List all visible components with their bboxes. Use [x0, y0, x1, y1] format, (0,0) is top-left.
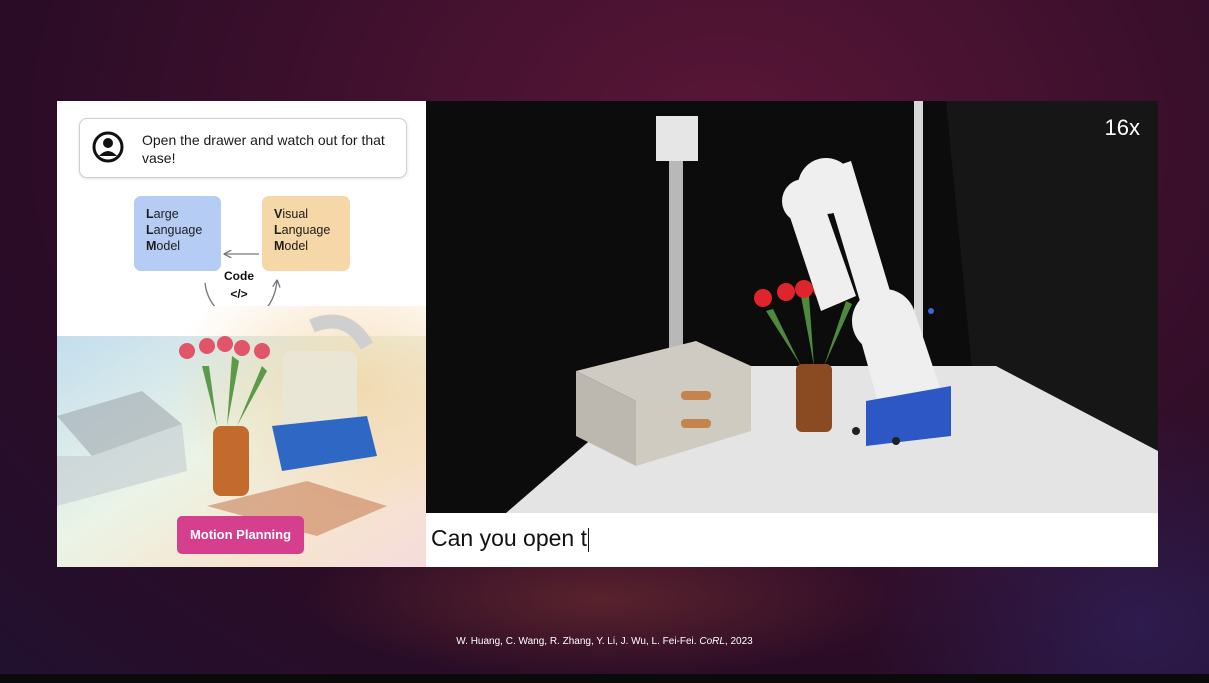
instruction-bubble: Open the drawer and watch out for that v…	[79, 118, 407, 178]
motion-planning-label: Motion Planning	[177, 516, 304, 554]
code-label: Code </>	[224, 269, 254, 301]
speed-label: 16x	[1104, 115, 1140, 140]
caption-bar: Can you open t	[426, 513, 1158, 567]
robot-video-frame: 16x	[426, 101, 1158, 513]
user-icon	[92, 131, 124, 163]
method-diagram-panel: Open the drawer and watch out for that v…	[57, 101, 426, 567]
instruction-text: Open the drawer and watch out for that v…	[142, 132, 385, 166]
text-cursor	[588, 527, 590, 552]
citation: W. Huang, C. Wang, R. Zhang, Y. Li, J. W…	[456, 636, 753, 647]
robot-scene-image	[426, 101, 1158, 513]
llm-label: Large Language Model	[146, 207, 203, 253]
bottom-bar	[0, 674, 1209, 683]
caption-text: Can you open t	[431, 525, 590, 552]
